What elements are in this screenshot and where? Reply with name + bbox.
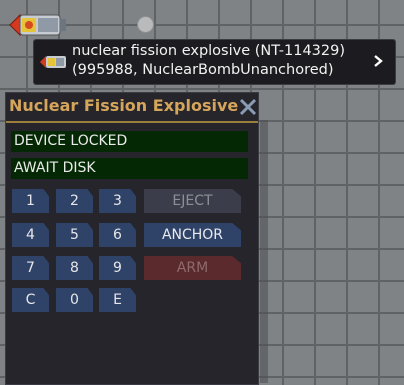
floor-shadow	[260, 120, 268, 383]
nuclear-bomb-sprite[interactable]	[8, 10, 68, 40]
bomb-thumbnail-icon	[40, 56, 66, 68]
keypad-button-9[interactable]: 9	[99, 256, 136, 280]
keypad-button-clear[interactable]: C	[12, 288, 49, 312]
tooltip-entity-id: (995988, NuclearBombUnanchored)	[72, 62, 334, 78]
nuke-window: Nuclear Fission Explosive DEVICE LOCKED …	[5, 92, 259, 385]
chevron-right-icon[interactable]	[370, 51, 386, 71]
tooltip-entity-name: nuclear fission explosive (NT-114329)	[72, 43, 346, 59]
arm-button[interactable]: ARM	[144, 256, 241, 280]
window-title: Nuclear Fission Explosive	[9, 96, 239, 115]
anchor-button[interactable]: ANCHOR	[144, 223, 241, 247]
entity-tooltip[interactable]: nuclear fission explosive (NT-114329) (9…	[33, 39, 396, 85]
close-icon[interactable]	[236, 95, 260, 119]
keypad-button-4[interactable]: 4	[12, 223, 49, 247]
status-line-2: AWAIT DISK	[11, 158, 248, 179]
keypad-button-0[interactable]: 0	[56, 288, 93, 312]
keypad-button-5[interactable]: 5	[56, 223, 93, 247]
eject-button[interactable]: EJECT	[144, 189, 241, 213]
status-line-1: DEVICE LOCKED	[11, 131, 248, 152]
keypad-button-7[interactable]: 7	[12, 256, 49, 280]
keypad-button-8[interactable]: 8	[56, 256, 93, 280]
keypad-button-enter[interactable]: E	[99, 288, 136, 312]
keypad-button-6[interactable]: 6	[99, 223, 136, 247]
ghost-marker	[137, 16, 154, 33]
keypad-button-1[interactable]: 1	[12, 189, 49, 213]
keypad-button-2[interactable]: 2	[56, 189, 93, 213]
window-titlebar[interactable]: Nuclear Fission Explosive	[6, 93, 258, 123]
keypad-button-3[interactable]: 3	[99, 189, 136, 213]
